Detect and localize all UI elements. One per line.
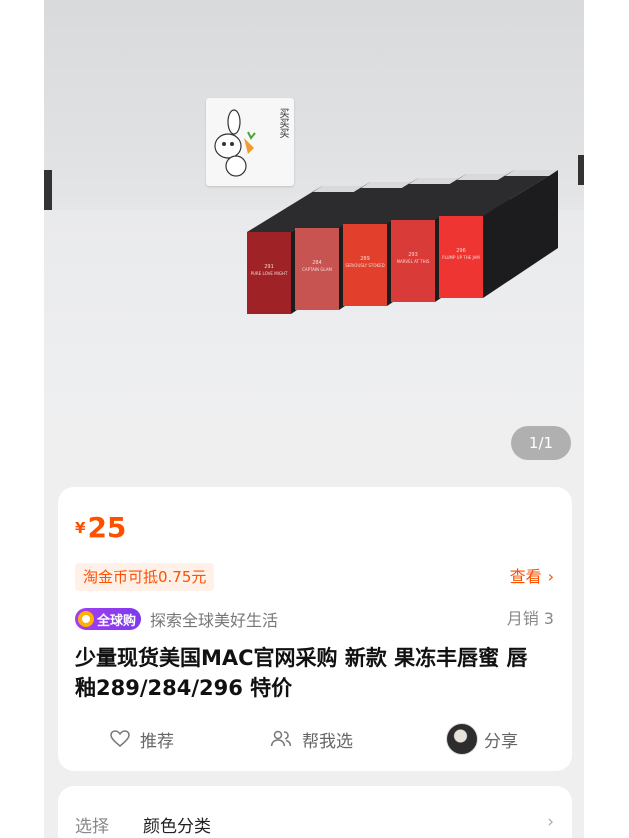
badge-label: 全球购	[97, 613, 137, 629]
view-label: 查看	[509, 567, 542, 586]
choose-label: 帮我选	[302, 731, 353, 752]
share-label: 分享	[484, 731, 518, 752]
shade-number: 289	[360, 256, 370, 262]
heart-icon	[110, 730, 130, 747]
lipstick-boxes: 291PURE LOVE MIGHT 284CAPTAIN GLAM 289SERI…	[247, 170, 558, 314]
view-discount-link[interactable]: 查看 ›	[510, 565, 554, 589]
badge-slogan: 探索全球美好生活	[150, 611, 279, 630]
share-button[interactable]: 分享	[446, 723, 518, 755]
price-amount: 25	[87, 511, 127, 544]
shade-name: PURE LOVE MIGHT	[251, 271, 288, 276]
product-info-card: ¥25 淘金币可抵0.75元 查看 › 全球购 探索全球美好生活 月销 3 少量现…	[58, 487, 572, 771]
monthly-sales: 月销 3	[506, 609, 554, 628]
product-title: 少量现货美国MAC官网采购 新款 果冻丰唇蜜 唇釉289/284/296 特价	[75, 646, 528, 700]
chevron-right-icon: ›	[547, 567, 554, 586]
recommend-label: 推荐	[140, 731, 174, 752]
shade-name: CAPTAIN GLAM	[302, 267, 332, 272]
shade-number: 296	[456, 248, 466, 254]
global-buy-icon	[78, 611, 94, 627]
shade-number: 293	[408, 252, 418, 258]
select-label: 选择	[75, 817, 109, 837]
people-icon	[270, 730, 292, 747]
chevron-right-icon: ›	[547, 812, 554, 832]
box-cap	[505, 170, 558, 176]
badge-row: 全球购 探索全球美好生活	[75, 607, 278, 631]
shade-number: 284	[312, 260, 322, 266]
coin-discount-tag: 淘金币可抵0.75元	[75, 563, 215, 591]
select-value: 颜色分类	[143, 817, 211, 837]
image-counter: 1/1	[511, 426, 571, 460]
action-bar: 推荐 帮我选 分享	[58, 723, 572, 755]
recommend-button[interactable]: 推荐	[110, 723, 174, 755]
help-me-choose-button[interactable]: 帮我选	[270, 723, 353, 755]
global-buy-badge[interactable]: 全球购	[75, 608, 142, 630]
product-image[interactable]: 买买买 291 PURE LOVE MIGHT 284 CAPTAIN GLAM 289…	[44, 0, 584, 408]
shade-number: 291	[264, 264, 274, 270]
currency-symbol: ¥	[75, 519, 86, 537]
shade-name: SERIOUSLY STOKED	[345, 263, 384, 268]
avatar	[446, 723, 478, 755]
select-variant-row[interactable]: 选择 颜色分类 ›	[58, 786, 572, 838]
shade-name: PLUMP UP THE JAM	[442, 255, 480, 260]
shade-name: MARVEL AT THIS	[397, 259, 430, 264]
price: ¥25	[75, 511, 126, 544]
